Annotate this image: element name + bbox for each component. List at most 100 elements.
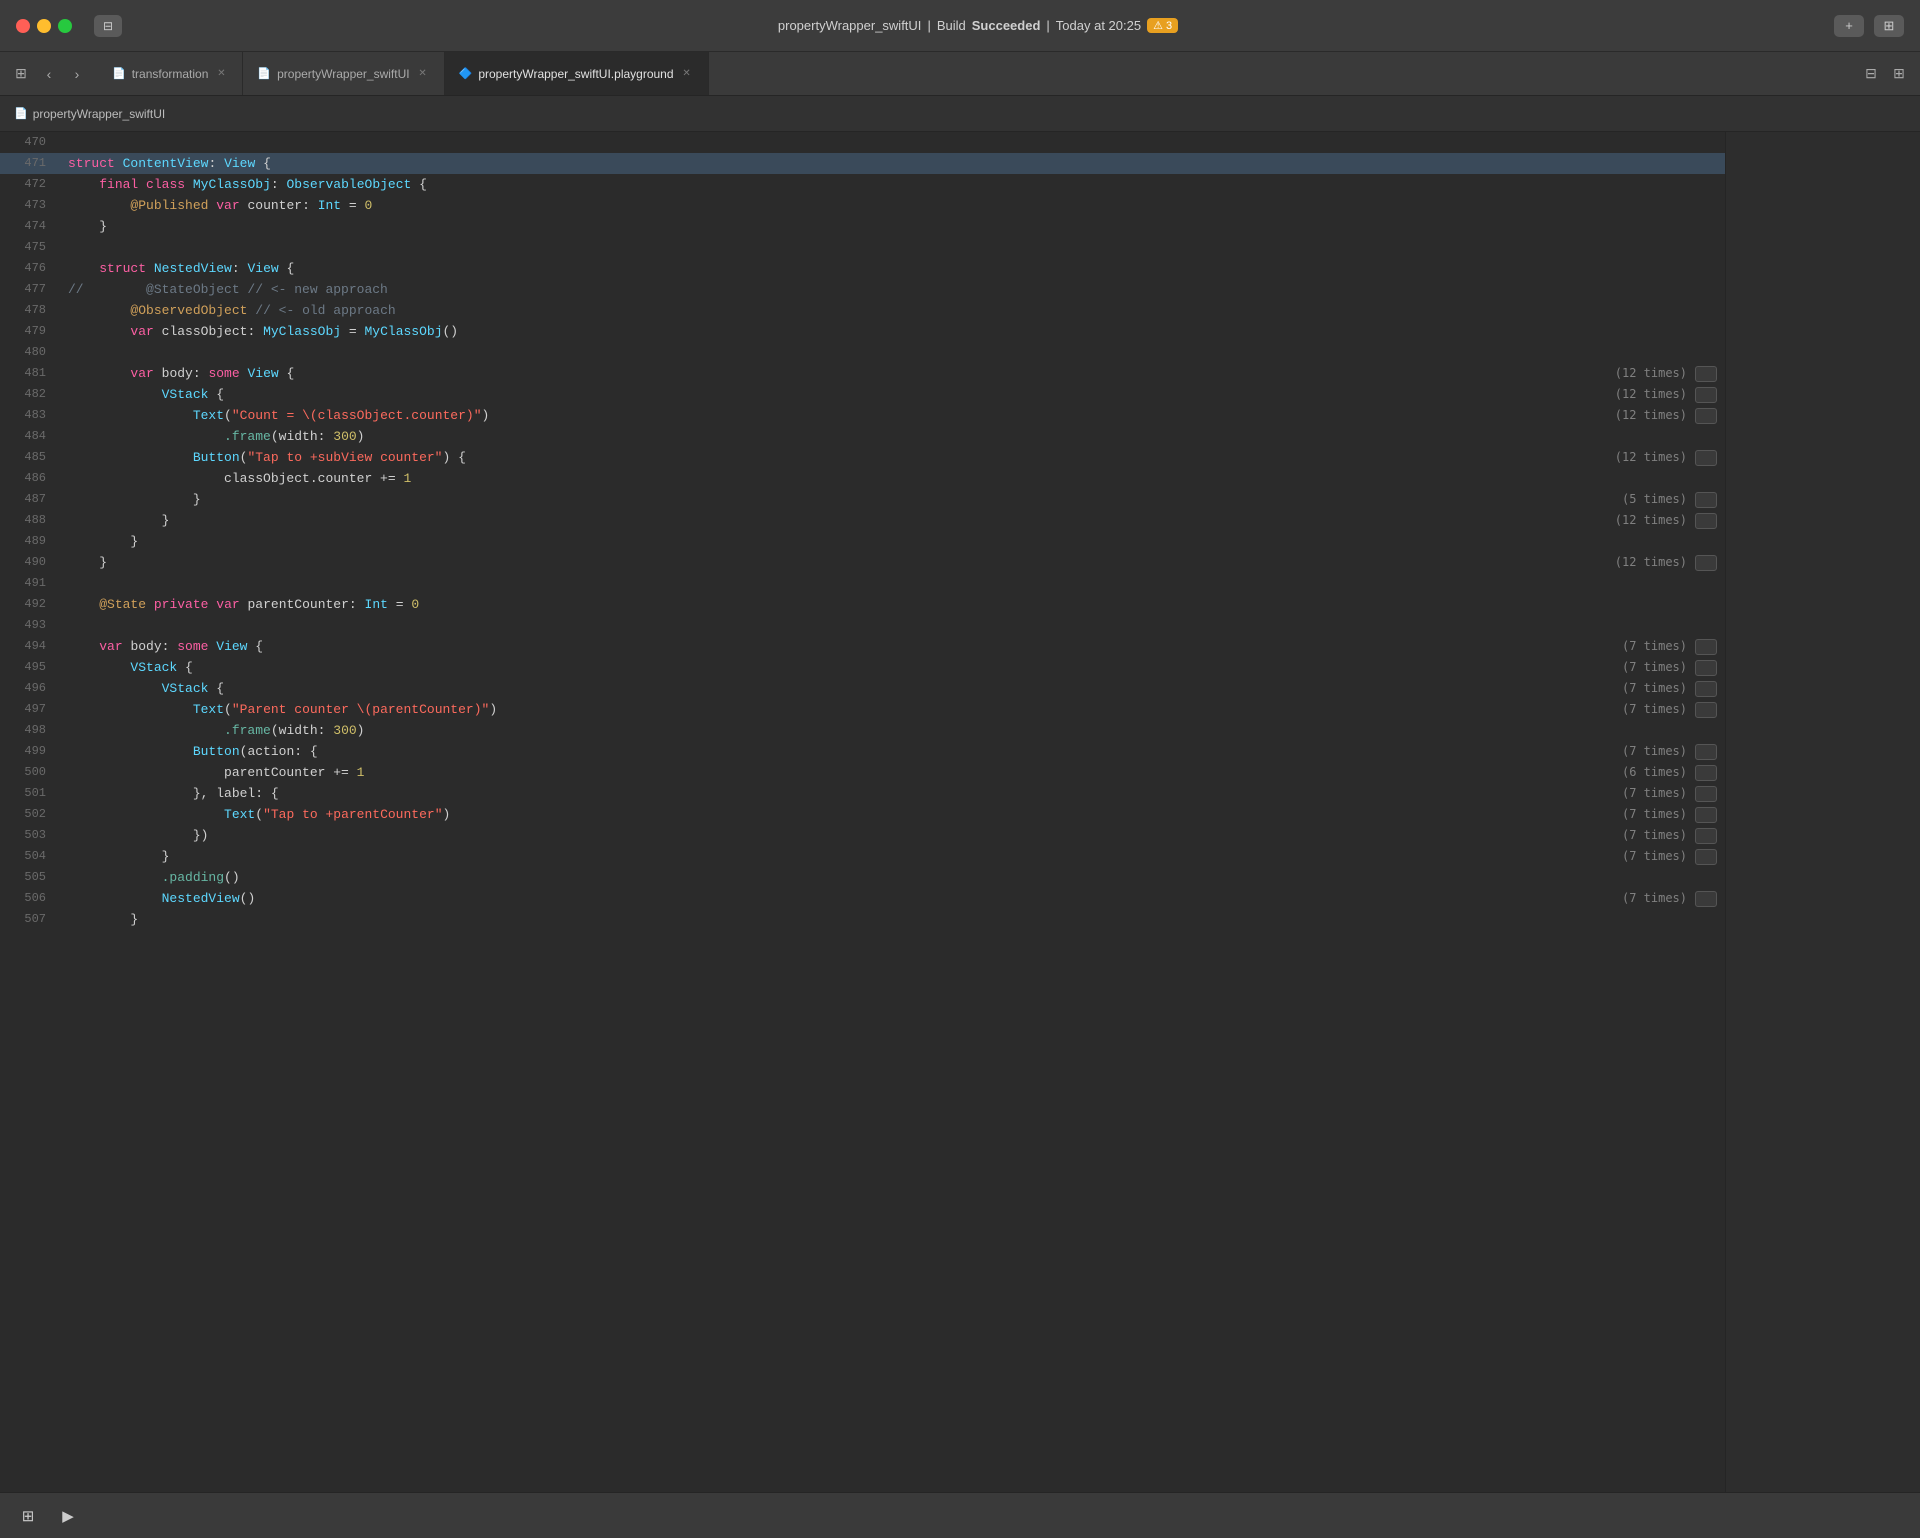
line-content: var body: some View {	[60, 636, 1525, 657]
line-content: parentCounter += 1	[60, 762, 1525, 783]
nav-back-button[interactable]: ‹	[38, 63, 60, 85]
close-button[interactable]	[16, 19, 30, 33]
inspector-toggle-button[interactable]: ⊟	[1860, 63, 1882, 85]
tab-propertywrapper[interactable]: 📄 propertyWrapper_swiftUI ✕	[243, 52, 444, 95]
annotation-494: (7 times)	[1525, 636, 1725, 657]
preview-490[interactable]	[1695, 555, 1717, 571]
line-number: 473	[8, 195, 60, 216]
line-content: VStack {	[60, 657, 1525, 678]
annotation-502: (7 times)	[1525, 804, 1725, 825]
line-number: 472	[8, 174, 60, 195]
preview-500[interactable]	[1695, 765, 1717, 781]
line-number: 487	[8, 489, 60, 510]
tab-transformation[interactable]: 📄 transformation ✕	[98, 52, 243, 95]
preview-506[interactable]	[1695, 891, 1717, 907]
preview-496[interactable]	[1695, 681, 1717, 697]
issues-toggle-button[interactable]: ⊞	[14, 1502, 42, 1530]
line-content: classObject.counter += 1	[60, 468, 1725, 489]
preview-501[interactable]	[1695, 786, 1717, 802]
code-editor[interactable]: 470 471 struct ContentView: View { 472 f…	[0, 132, 1725, 1492]
table-row: 503 }) (7 times)	[0, 825, 1725, 846]
preview-504[interactable]	[1695, 849, 1717, 865]
code-content[interactable]: 470 471 struct ContentView: View { 472 f…	[0, 132, 1725, 1492]
preview-488[interactable]	[1695, 513, 1717, 529]
maximize-button[interactable]	[58, 19, 72, 33]
build-separator: |	[927, 18, 930, 33]
table-row: 501 }, label: { (7 times)	[0, 783, 1725, 804]
tabbar-right: ⊟ ⊞	[1850, 52, 1920, 95]
nav-forward-button[interactable]: ›	[66, 63, 88, 85]
preview-494[interactable]	[1695, 639, 1717, 655]
line-number: 479	[8, 321, 60, 342]
line-content: // @StateObject // <- new approach	[60, 279, 1725, 300]
tab-propertywrapper-label: propertyWrapper_swiftUI	[277, 67, 410, 81]
annotation-495: (7 times)	[1525, 657, 1725, 678]
preview-481[interactable]	[1695, 366, 1717, 382]
warning-icon: ⚠	[1153, 19, 1163, 32]
annotation-503: (7 times)	[1525, 825, 1725, 846]
assistant-toggle-button[interactable]: ⊞	[1888, 63, 1910, 85]
add-tab-button[interactable]: +	[1834, 15, 1864, 37]
tab-transformation-close[interactable]: ✕	[214, 67, 228, 81]
preview-485[interactable]	[1695, 450, 1717, 466]
table-row: 505 .padding()	[0, 867, 1725, 888]
line-number: 478	[8, 300, 60, 321]
preview-499[interactable]	[1695, 744, 1717, 760]
layout-toggle-button[interactable]: ⊞	[1874, 15, 1904, 37]
table-row: 484 .frame(width: 300)	[0, 426, 1725, 447]
preview-495[interactable]	[1695, 660, 1717, 676]
preview-487[interactable]	[1695, 492, 1717, 508]
line-number: 475	[8, 237, 60, 258]
table-row: 479 var classObject: MyClassObj = MyClas…	[0, 321, 1725, 342]
main-area: 470 471 struct ContentView: View { 472 f…	[0, 132, 1920, 1492]
line-number: 502	[8, 804, 60, 825]
annotation-485: (12 times)	[1525, 447, 1725, 468]
line-content: var body: some View {	[60, 363, 1525, 384]
run-button[interactable]: ▶	[54, 1502, 82, 1530]
line-number: 483	[8, 405, 60, 426]
tab-playground-close[interactable]: ✕	[680, 67, 694, 81]
preview-503[interactable]	[1695, 828, 1717, 844]
line-number: 485	[8, 447, 60, 468]
sidebar-toggle-button[interactable]: ⊟	[94, 15, 122, 37]
breadcrumb[interactable]: 📄 propertyWrapper_swiftUI	[14, 107, 165, 121]
table-row: 471 struct ContentView: View {	[0, 153, 1725, 174]
line-content: })	[60, 825, 1525, 846]
line-number: 484	[8, 426, 60, 447]
table-row: 475	[0, 237, 1725, 258]
table-row: 474 }	[0, 216, 1725, 237]
line-content: }	[60, 552, 1525, 573]
table-row: 492 @State private var parentCounter: In…	[0, 594, 1725, 615]
titlebar-left: ⊟	[16, 15, 122, 37]
tab-propertywrapper-close[interactable]: ✕	[416, 67, 430, 81]
annotation-504: (7 times)	[1525, 846, 1725, 867]
table-row: 486 classObject.counter += 1	[0, 468, 1725, 489]
annotation-506: (7 times)	[1525, 888, 1725, 909]
table-row: 496 VStack { (7 times)	[0, 678, 1725, 699]
table-row: 504 } (7 times)	[0, 846, 1725, 867]
line-number: 493	[8, 615, 60, 636]
preview-483[interactable]	[1695, 408, 1717, 424]
line-content: }, label: {	[60, 783, 1525, 804]
line-number: 501	[8, 783, 60, 804]
line-number: 497	[8, 699, 60, 720]
line-number: 503	[8, 825, 60, 846]
tab-propertywrapper-icon: 📄	[257, 67, 271, 80]
tab-playground-icon: 🔷	[459, 67, 473, 80]
warning-badge[interactable]: ⚠ 3	[1147, 18, 1178, 33]
line-number: 477	[8, 279, 60, 300]
tab-playground[interactable]: 🔷 propertyWrapper_swiftUI.playground ✕	[445, 52, 709, 95]
annotation-496: (7 times)	[1525, 678, 1725, 699]
grid-view-button[interactable]: ⊞	[10, 63, 32, 85]
line-content: }	[60, 216, 1725, 237]
minimize-button[interactable]	[37, 19, 51, 33]
line-number: 495	[8, 657, 60, 678]
preview-497[interactable]	[1695, 702, 1717, 718]
line-number: 482	[8, 384, 60, 405]
line-content: Button("Tap to +subView counter") {	[60, 447, 1525, 468]
preview-482[interactable]	[1695, 387, 1717, 403]
preview-502[interactable]	[1695, 807, 1717, 823]
breadcrumb-bar: 📄 propertyWrapper_swiftUI	[0, 96, 1920, 132]
line-number: 481	[8, 363, 60, 384]
line-number: 470	[8, 132, 60, 153]
